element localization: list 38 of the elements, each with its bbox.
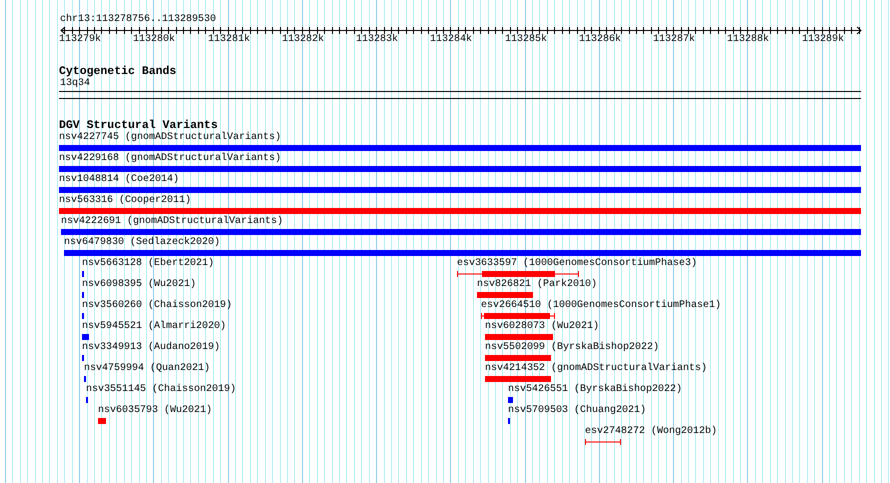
variant-label: nsv6035793 (Wu2021) <box>98 405 212 417</box>
variant-label: nsv5502099 (ByrskaBishop2022) <box>485 342 660 354</box>
location-label: chr13:113278756..113289530 <box>60 14 216 26</box>
variant-label: nsv4214352 (gnomADStructuralVariants) <box>485 363 708 375</box>
ruler-tick-label: 113286k <box>579 34 621 46</box>
ruler-tick-label: 113280k <box>133 34 175 46</box>
variant-label: esv2748272 (Wong2012b) <box>585 426 718 438</box>
variant-label: nsv1048814 (Coe2014) <box>59 174 180 186</box>
track-title: DGV Structural Variants <box>59 119 218 132</box>
track-title: Cytogenetic Bands <box>59 65 176 78</box>
ruler-tick-label: 113284k <box>430 34 472 46</box>
variant-label: nsv4229168 (gnomADStructuralVariants) <box>59 153 282 165</box>
variant-label: nsv3560260 (Chaisson2019) <box>82 300 232 312</box>
variant-label: nsv5426551 (ByrskaBishop2022) <box>508 384 682 396</box>
ruler-tick-label: 113287k <box>653 34 695 46</box>
variant-label: esv3633597 (1000GenomesConsortiumPhase3) <box>457 258 698 270</box>
variant-label: nsv4222691 (gnomADStructuralVariants) <box>61 216 284 228</box>
variant-label: nsv4227745 (gnomADStructuralVariants) <box>59 132 282 144</box>
band-label: 13q34 <box>60 78 90 90</box>
variant-label: nsv5945521 (Almarri2020) <box>82 321 226 333</box>
variant-label: nsv6098395 (Wu2021) <box>82 279 196 291</box>
ruler-tick-label: 113283k <box>356 34 398 46</box>
ruler-tick-label: 113279k <box>59 34 101 46</box>
variant-label: nsv6028073 (Wu2021) <box>485 321 600 333</box>
ruler-tick-label: 113285k <box>505 34 547 46</box>
ruler-tick-label: 113288k <box>727 34 769 46</box>
ruler-tick-label: 113282k <box>282 34 324 46</box>
variant-label: nsv6479830 (Sedlazeck2020) <box>64 237 220 249</box>
ruler-tick-label: 113281k <box>208 34 250 46</box>
variant-label: nsv563316 (Cooper2011) <box>59 195 192 207</box>
variant-label: nsv5663128 (Ebert2021) <box>82 258 214 270</box>
ruler-tick-label: 113289k <box>802 34 844 46</box>
variant-label: nsv3551145 (Chaisson2019) <box>86 384 236 396</box>
variant-label: nsv3349913 (Audano2019) <box>82 342 220 354</box>
variant-label: nsv826821 (Park2010) <box>477 279 598 291</box>
variant-label: nsv5709503 (Chuang2021) <box>508 405 646 417</box>
variant-label: esv2664510 (1000GenomesConsortiumPhase1) <box>481 300 722 312</box>
variant-label: nsv4759994 (Quan2021) <box>84 363 210 375</box>
